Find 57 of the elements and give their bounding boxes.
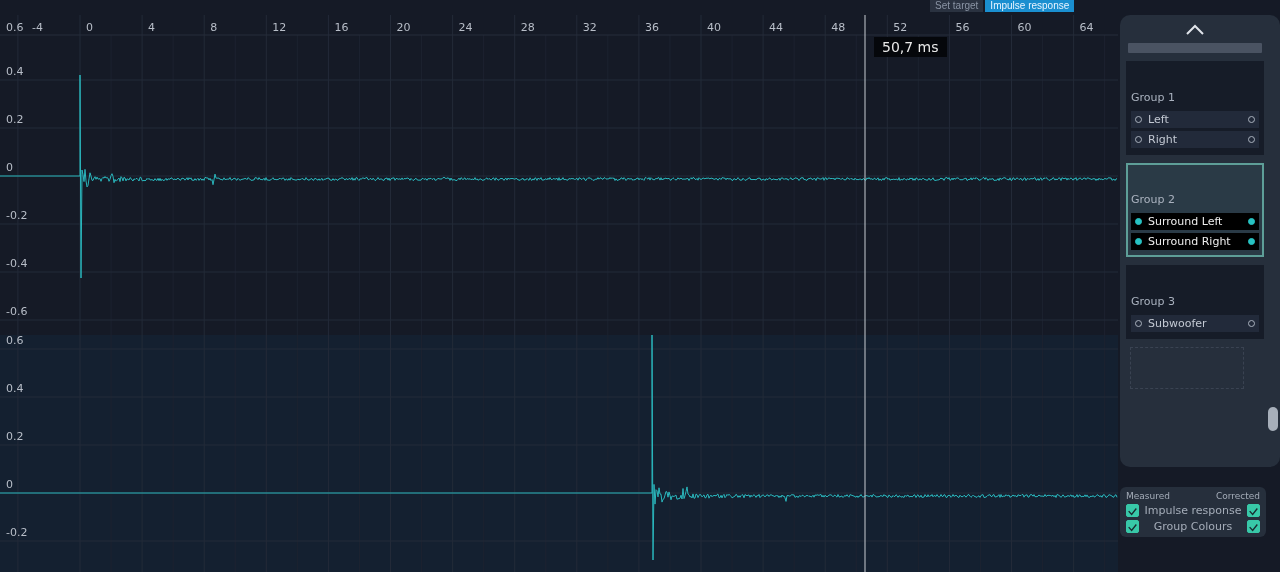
- group-card[interactable]: Group 1 Left Right: [1126, 61, 1264, 155]
- x-axis-label: 12: [272, 21, 287, 34]
- checkbox[interactable]: [1247, 520, 1260, 533]
- column-label: Measured: [1126, 491, 1170, 501]
- x-axis-label: 64: [1079, 21, 1094, 34]
- cursor-readout: 50,7 ms: [874, 37, 947, 57]
- x-axis-label: 8: [210, 21, 218, 34]
- tab[interactable]: Set target: [930, 0, 984, 12]
- x-axis-label: 40: [707, 21, 721, 34]
- channel-dot-icon: [1248, 218, 1255, 225]
- x-axis-label: 52: [893, 21, 908, 34]
- x-axis-label: 24: [458, 21, 473, 34]
- x-axis-label: 44: [769, 21, 784, 34]
- y-axis-label: 0.2: [6, 430, 24, 443]
- channel-item[interactable]: Surround Right: [1131, 233, 1259, 250]
- checkbox[interactable]: [1126, 504, 1139, 517]
- x-axis-label: -4: [32, 21, 43, 34]
- y-axis-label: 0.2: [6, 113, 24, 126]
- channel-dot-icon: [1248, 238, 1255, 245]
- x-axis-label: 4: [148, 21, 156, 34]
- group-card[interactable]: Group 2 Surround Left Surround Right: [1126, 163, 1264, 257]
- group-title: Group 2: [1131, 193, 1176, 206]
- checkbox[interactable]: [1126, 520, 1139, 533]
- legend-label: Group Colours: [1153, 520, 1233, 533]
- y-axis-label: 0.4: [6, 382, 24, 395]
- channel-item[interactable]: Subwoofer: [1131, 315, 1259, 332]
- y-axis-label: -0.2: [6, 526, 28, 539]
- y-axis-label: 0.6: [6, 21, 24, 34]
- channel-item[interactable]: Left: [1131, 111, 1259, 128]
- y-axis-label: 0: [6, 161, 13, 174]
- legend-label: Impulse response: [1144, 504, 1242, 517]
- channel-item[interactable]: Right: [1131, 131, 1259, 148]
- channel-dot-icon: [1135, 218, 1142, 225]
- x-axis-label: 16: [334, 21, 349, 34]
- checkbox[interactable]: [1247, 504, 1260, 517]
- x-axis-label: 36: [644, 21, 659, 34]
- group-title: Group 3: [1131, 295, 1176, 308]
- group-card[interactable]: Group 3 Subwoofer: [1126, 265, 1264, 339]
- y-axis-label: -0.6: [6, 305, 28, 318]
- x-axis-label: 56: [955, 21, 970, 34]
- y-axis-label: 0: [6, 478, 13, 491]
- y-axis-label: 0.6: [6, 334, 24, 347]
- x-axis-label: 32: [582, 21, 597, 34]
- x-axis-label: 48: [831, 21, 846, 34]
- x-axis-label: 20: [396, 21, 411, 34]
- scrollbar-thumb[interactable]: [1268, 407, 1278, 431]
- column-label: Corrected: [1215, 491, 1260, 501]
- y-axis-label: -0.4: [6, 257, 28, 270]
- group-title: Group 1: [1131, 91, 1176, 104]
- x-axis-label: 60: [1017, 21, 1032, 34]
- channel-dot-icon: [1135, 238, 1142, 245]
- channel-item[interactable]: Surround Left: [1131, 213, 1259, 230]
- chevron-up-icon[interactable]: [1185, 23, 1205, 35]
- x-axis-label: 28: [520, 21, 535, 34]
- y-axis-label: -0.2: [6, 209, 28, 222]
- x-axis-label: 0: [86, 21, 93, 34]
- y-axis-label: 0.4: [6, 65, 24, 78]
